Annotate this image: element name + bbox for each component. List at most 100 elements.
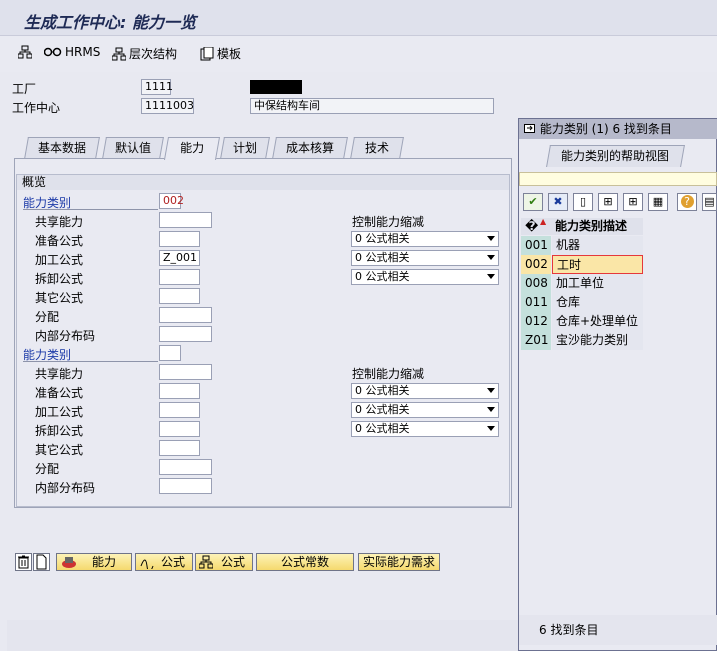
print-button[interactable]: ▤ — [702, 193, 717, 211]
list-item[interactable]: 011 仓库 — [521, 293, 643, 312]
title-bar: 生成工作中心: 能力一览 — [0, 0, 717, 36]
list-item[interactable]: Z01 宝沙能力类别 — [521, 331, 643, 350]
template-button[interactable]: 模板 — [200, 45, 241, 62]
tab-basic-data[interactable]: 基本数据 — [24, 137, 100, 159]
underline — [23, 209, 158, 210]
popup-icon — [524, 120, 536, 140]
reduce-setup-dropdown-1[interactable]: 0 公式相关 — [351, 231, 499, 247]
list-item[interactable]: 008 加工单位 — [521, 274, 643, 293]
teardown-formula-field-1[interactable] — [159, 269, 200, 285]
other-formula-field-1[interactable] — [159, 288, 200, 304]
setup-formula-label-2: 准备公式 — [35, 386, 84, 400]
other-formula-field-2[interactable] — [159, 440, 200, 456]
popup-title-bar: 能力类别 (1) 6 找到条目 — [519, 119, 717, 139]
list-header: � ▲ 能力类别描述 — [521, 218, 643, 235]
list-item[interactable]: 012 仓库+处理单位 — [521, 312, 643, 331]
capacity-button[interactable]: 能力 — [56, 553, 132, 571]
pooled-capacity-field-2[interactable] — [159, 364, 212, 380]
processing-formula-field-2[interactable] — [159, 402, 200, 418]
new-selection-button[interactable]: ▯ — [573, 193, 593, 211]
tab-help-view[interactable]: 能力类别的帮助视图 — [546, 145, 685, 167]
popup-status: 6 找到条目 — [519, 615, 717, 645]
pooled-capacity-label-2: 共享能力 — [35, 367, 84, 381]
work-center-label: 工作中心 — [12, 101, 61, 115]
plant-label: 工厂 — [12, 82, 37, 96]
chevron-down-icon — [487, 388, 495, 393]
other-formula-label-2: 其它公式 — [35, 443, 84, 457]
list-item[interactable]: 001 机器 — [521, 236, 643, 255]
header-marker: � — [525, 219, 539, 233]
hierarchy-structure-button[interactable]: 层次结构 — [112, 45, 177, 62]
new-entry-button[interactable] — [33, 553, 50, 571]
hrms-button[interactable]: HRMS — [44, 45, 100, 59]
sort-button[interactable]: ▦ — [648, 193, 668, 211]
formula-button-1[interactable]: 公式 — [135, 553, 193, 573]
chevron-down-icon — [487, 407, 495, 412]
allocation-field-1[interactable] — [159, 307, 212, 323]
processing-formula-field-1[interactable]: Z_001 — [159, 250, 200, 266]
formula-button-2[interactable]: 公式 — [195, 553, 253, 571]
printer-icon: ▤ — [704, 195, 715, 208]
tab-capacities[interactable]: 能力 — [163, 137, 221, 160]
sort-ascending-icon: ▲ — [540, 217, 547, 226]
plant-field[interactable]: 1111 — [141, 79, 173, 95]
tree-icon — [112, 47, 126, 61]
setup-formula-field-2[interactable] — [159, 383, 200, 399]
underline — [23, 361, 158, 362]
tab-scheduling[interactable]: 计划 — [220, 137, 270, 159]
pooled-capacity-field-1[interactable] — [159, 212, 212, 228]
delete-button[interactable] — [15, 553, 32, 571]
distribution-key-label-1: 内部分布码 — [35, 329, 96, 343]
reduce-teardown-dropdown-1[interactable]: 0 公式相关 — [351, 269, 499, 285]
hrms-label: HRMS — [65, 45, 101, 59]
allocation-field-2[interactable] — [159, 459, 212, 475]
find-button[interactable]: ⊞ — [598, 193, 618, 211]
distribution-key-label-2: 内部分布码 — [35, 481, 96, 495]
formula-constants-button[interactable]: 公式常数 — [256, 553, 354, 571]
capacity-category-field-2[interactable] — [159, 345, 181, 361]
binoculars-icon: ⊞ — [603, 195, 613, 208]
setup-formula-field-1[interactable] — [159, 231, 200, 247]
allocation-label-2: 分配 — [35, 462, 60, 476]
tab-technology[interactable]: 技术 — [350, 137, 404, 159]
reduce-processing-dropdown-1[interactable]: 0 公式相关 — [351, 250, 499, 266]
processing-formula-label-1: 加工公式 — [35, 253, 84, 267]
processing-formula-label-2: 加工公式 — [35, 405, 84, 419]
reduce-teardown-dropdown-2[interactable]: 0 公式相关 — [351, 421, 499, 437]
list-item-selected[interactable]: 002 工时 — [521, 255, 643, 274]
plant-description-redacted — [250, 80, 302, 94]
other-formula-label-1: 其它公式 — [35, 291, 84, 305]
restriction-field[interactable] — [519, 172, 717, 186]
work-center-field[interactable]: 1111003 — [141, 98, 194, 114]
document-icon: ▯ — [579, 195, 587, 208]
setup-formula-label-1: 准备公式 — [35, 234, 84, 248]
help-button[interactable]: ? — [677, 193, 697, 211]
pooled-capacity-label-1: 共享能力 — [35, 215, 84, 229]
reduce-processing-dropdown-2[interactable]: 0 公式相关 — [351, 402, 499, 418]
find-next-button[interactable]: ⊞ — [623, 193, 643, 211]
actual-capacity-button[interactable]: 实际能力需求 — [358, 553, 440, 571]
overview-title: 概览 — [17, 175, 509, 190]
accept-button[interactable]: ✔ — [523, 193, 543, 211]
cancel-button[interactable]: ✖ — [548, 193, 568, 211]
distribution-key-field-1[interactable] — [159, 326, 212, 342]
hierarchy-icon — [18, 45, 32, 59]
distribution-key-field-2[interactable] — [159, 478, 212, 494]
trash-icon — [16, 555, 31, 573]
capacity-category-field-1[interactable]: 002 — [159, 193, 184, 209]
status-area — [7, 620, 518, 651]
template-label: 模板 — [217, 47, 242, 61]
binoculars-plus-icon: ⊞ — [628, 195, 638, 208]
teardown-formula-field-2[interactable] — [159, 421, 200, 437]
hierarchy-icon — [198, 555, 214, 573]
tab-costing[interactable]: 成本核算 — [272, 137, 348, 159]
tab-defaults[interactable]: 默认值 — [102, 137, 164, 159]
chevron-down-icon — [487, 274, 495, 279]
capacity-icon — [61, 555, 77, 573]
teardown-formula-label-2: 拆卸公式 — [35, 424, 84, 438]
reduce-capacity-label-2: 控制能力缩减 — [352, 367, 425, 381]
reduce-capacity-label-1: 控制能力缩减 — [352, 215, 425, 229]
reduce-setup-dropdown-2[interactable]: 0 公式相关 — [351, 383, 499, 399]
application-toolbar — [0, 36, 717, 72]
hierarchy-button[interactable] — [18, 45, 32, 59]
